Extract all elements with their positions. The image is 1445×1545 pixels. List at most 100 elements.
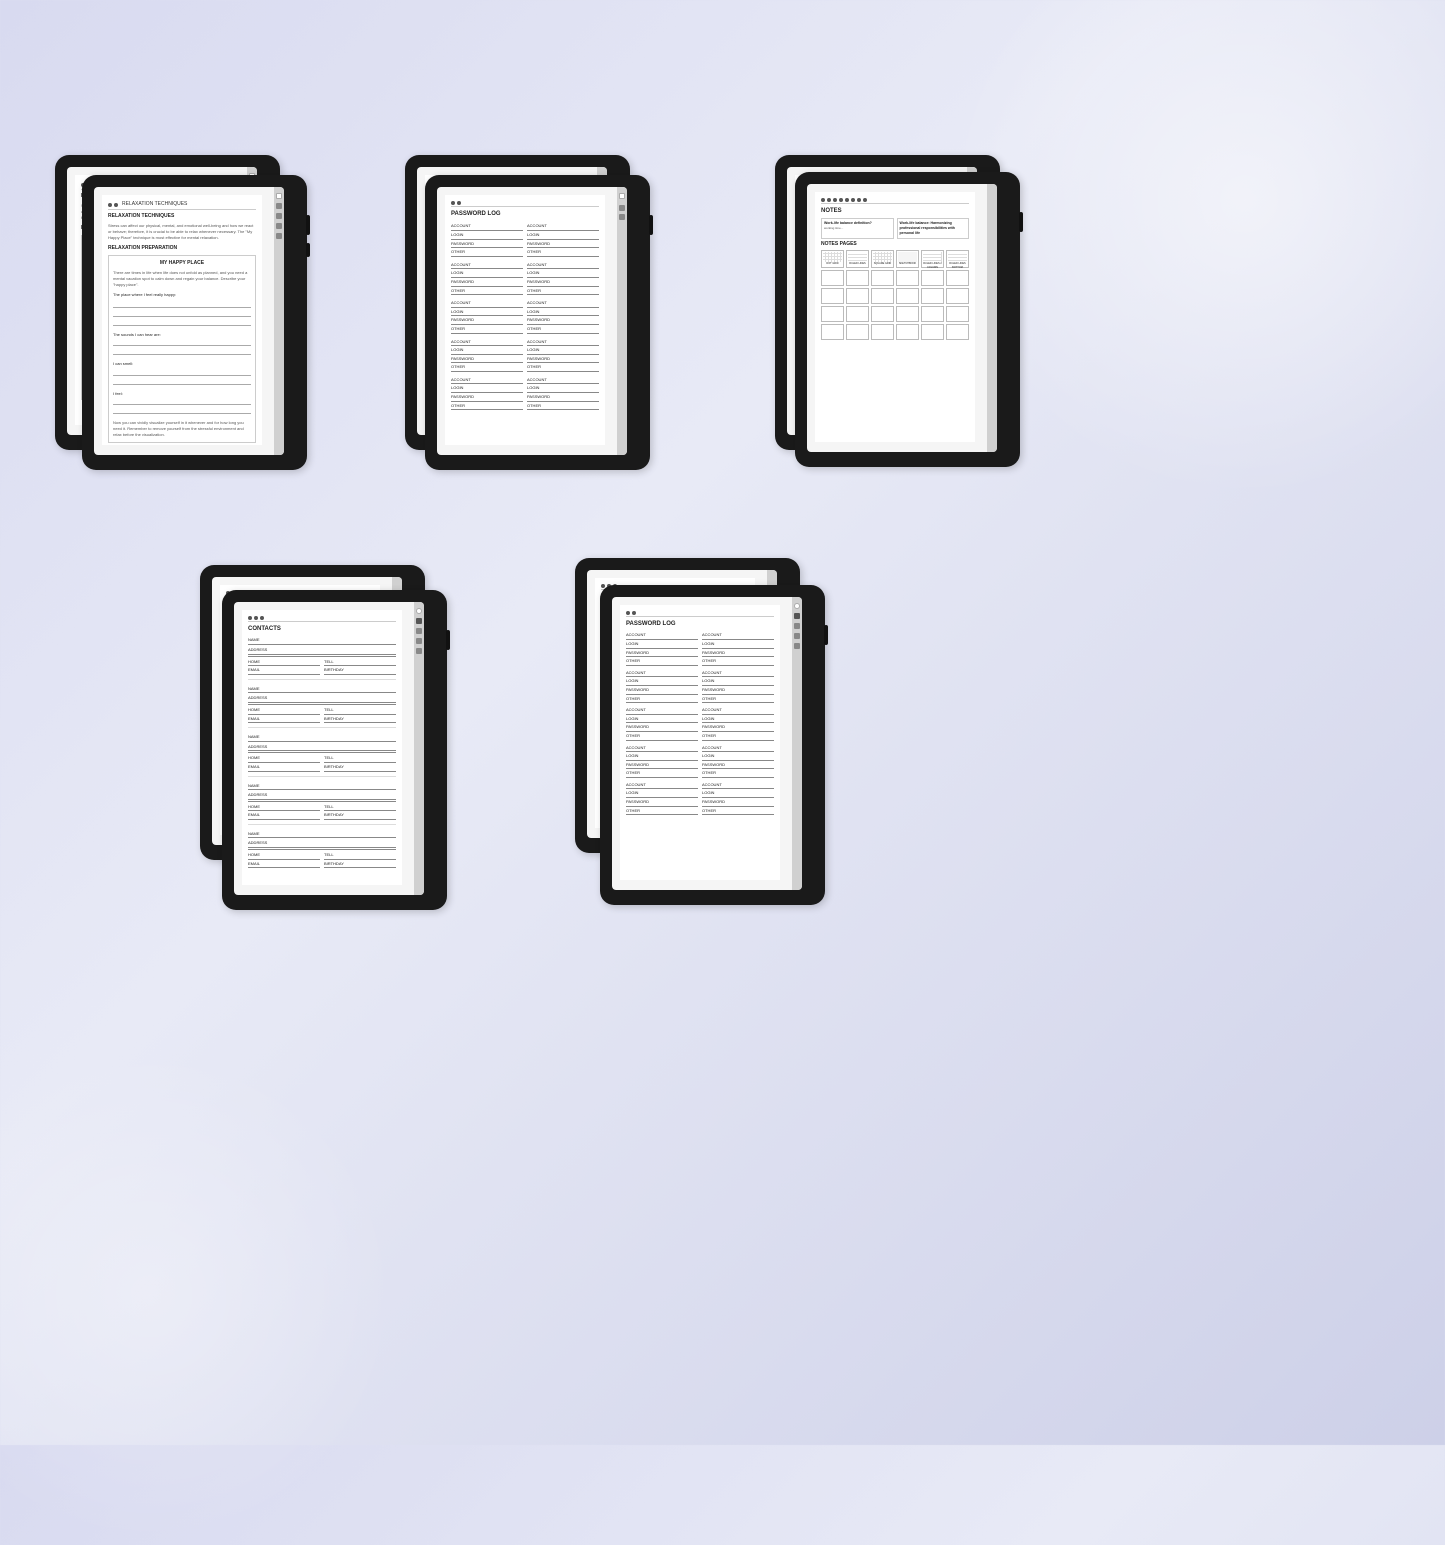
c5-row1: HOME TELL — [248, 852, 396, 858]
other-pw-r2: OTHER — [527, 288, 599, 294]
pw3-other-r3: OTHER — [702, 733, 774, 739]
pw-entry-4: ACCOUNT LOGIN PASSWORD OTHER ACCOUNT LOG… — [451, 339, 599, 372]
device-bottom-right-front: PASSWORD LOG ACCOUNT LOGIN PASSWORD OTHE… — [600, 585, 825, 905]
device-top-right-front: NOTES Work-life balance definition? work… — [795, 172, 1020, 467]
device-top-center-front: PASSWORD LOG ACCOUNT LOGIN PASSWORD OTHE… — [425, 175, 650, 470]
pw3-other-4: OTHER — [626, 770, 698, 776]
c4-name-label: NAME — [248, 783, 396, 789]
contact-entry-5: NAME ADDRESS HOME TELL EMAIL BIRTHDAY — [248, 831, 396, 868]
pw3-entry-4: ACCOUNT LOGIN PASSWORD OTHER ACCOUNT LOG… — [626, 745, 774, 778]
nr2-6 — [946, 270, 969, 286]
login-label-5: LOGIN — [451, 385, 523, 391]
contact-entry-1: NAME ADDRESS HOME TELL EMAIL BIRTHDAY — [248, 637, 396, 679]
other-pw-r3: OTHER — [527, 326, 599, 332]
pw3-login-3: LOGIN — [626, 716, 698, 722]
pw3-pw-2: PASSWORD — [626, 687, 698, 693]
other-pw-2: OTHER — [451, 288, 523, 294]
other-pw-4: OTHER — [451, 364, 523, 370]
happy-place-q4: I feel: — [113, 391, 251, 397]
happy-place-box-title: MY HAPPY PLACE — [113, 260, 251, 267]
login-label-r3: LOGIN — [527, 309, 599, 315]
type-square: SQUARE GRID — [871, 250, 894, 268]
login-label-1: LOGIN — [451, 232, 523, 238]
sidebar-notes — [987, 184, 997, 452]
c2-row2: EMAIL BIRTHDAY — [248, 716, 396, 722]
c4-row2-lines — [248, 819, 396, 820]
pw3-acc-r2: ACCOUNT — [702, 670, 774, 676]
nr3-2 — [846, 288, 869, 304]
c3-row1-lines — [248, 762, 396, 763]
pw3-pw-r5: PASSWORD — [702, 799, 774, 805]
nr2-4 — [896, 270, 919, 286]
contact-entry-4: NAME ADDRESS HOME TELL EMAIL BIRTHDAY — [248, 783, 396, 825]
nr4-2 — [846, 306, 869, 322]
pw3-entry-5: ACCOUNT LOGIN PASSWORD OTHER ACCOUNT LOG… — [626, 782, 774, 815]
nr5-3 — [871, 324, 894, 340]
nr4-5 — [921, 306, 944, 322]
device-btn-2 — [306, 243, 310, 257]
notes-type-grid: DOT GRID RULED LINES SQUARE GRID SKETCHB… — [821, 250, 969, 268]
pw-label-r1: PASSWORD — [527, 241, 599, 247]
type-dot-grid: DOT GRID — [821, 250, 844, 268]
account-label-5: ACCOUNT — [451, 377, 523, 383]
device-btn-nf1 — [1019, 212, 1023, 232]
happy-place-box: MY HAPPY PLACE There are times in life w… — [108, 255, 256, 443]
other-pw-r1: OTHER — [527, 249, 599, 255]
toolbar-contacts-small — [248, 616, 396, 622]
c4-row2: EMAIL BIRTHDAY — [248, 812, 396, 818]
c2-row1-lines — [248, 714, 396, 715]
pw3-acc-r1: ACCOUNT — [702, 632, 774, 638]
account-label-r4: ACCOUNT — [527, 339, 599, 345]
toolbar-password — [451, 201, 599, 207]
nr5-6 — [946, 324, 969, 340]
login-label-4: LOGIN — [451, 347, 523, 353]
other-pw-r4: OTHER — [527, 364, 599, 370]
nr4-1 — [821, 306, 844, 322]
c2-name-label: NAME — [248, 686, 396, 692]
nr2-3 — [871, 270, 894, 286]
c3-email-label: EMAIL — [248, 764, 320, 770]
pw3-pw-r1: PASSWORD — [702, 650, 774, 656]
pw3-login-r3: LOGIN — [702, 716, 774, 722]
account-label-2: ACCOUNT — [451, 262, 523, 268]
nr3-6 — [946, 288, 969, 304]
login-label-2: LOGIN — [451, 270, 523, 276]
device-btn-blf1 — [446, 630, 450, 650]
c2-addr-label: ADDRESS — [248, 695, 396, 701]
notes-header-1: Work-life balance definition? working ti… — [821, 218, 894, 239]
c5-home-label: HOME — [248, 852, 320, 858]
pw3-pw-r2: PASSWORD — [702, 687, 774, 693]
pw3-login-5: LOGIN — [626, 790, 698, 796]
c2-row2-lines — [248, 722, 396, 723]
c3-home-label: HOME — [248, 755, 320, 761]
login-label-3: LOGIN — [451, 309, 523, 315]
account-label-3: ACCOUNT — [451, 300, 523, 306]
pw-label-1: PASSWORD — [451, 241, 523, 247]
account-label-r1: ACCOUNT — [527, 223, 599, 229]
other-pw-5: OTHER — [451, 403, 523, 409]
nr5-1 — [821, 324, 844, 340]
pw3-acc-5: ACCOUNT — [626, 782, 698, 788]
pw3-login-r2: LOGIN — [702, 678, 774, 684]
device-btn-cf1 — [649, 215, 653, 235]
pw-label-3: PASSWORD — [451, 317, 523, 323]
notes-grid-row5 — [821, 324, 969, 340]
c5-email-label: EMAIL — [248, 861, 320, 867]
notes-grid-row3 — [821, 288, 969, 304]
other-pw-1: OTHER — [451, 249, 523, 255]
c5-row2-lines — [248, 867, 396, 868]
other-pw-r5: OTHER — [527, 403, 599, 409]
pw3-entry-2: ACCOUNT LOGIN PASSWORD OTHER ACCOUNT LOG… — [626, 670, 774, 703]
c1-row1: HOME TELL — [248, 659, 396, 665]
account-label-r2: ACCOUNT — [527, 262, 599, 268]
account-label-1: ACCOUNT — [451, 223, 523, 229]
type-ruled-bottom: RULED LINES BOTTOM — [946, 250, 969, 268]
nr4-4 — [896, 306, 919, 322]
nr4-3 — [871, 306, 894, 322]
c4-addr-label: ADDRESS — [248, 792, 396, 798]
pw3-pw-r3: PASSWORD — [702, 724, 774, 730]
pw-label-r4: PASSWORD — [527, 356, 599, 362]
nr4-6 — [946, 306, 969, 322]
notes-wlb2-label: Work-life balance: Harmonizing professio… — [900, 221, 967, 236]
pw3-other-5: OTHER — [626, 808, 698, 814]
